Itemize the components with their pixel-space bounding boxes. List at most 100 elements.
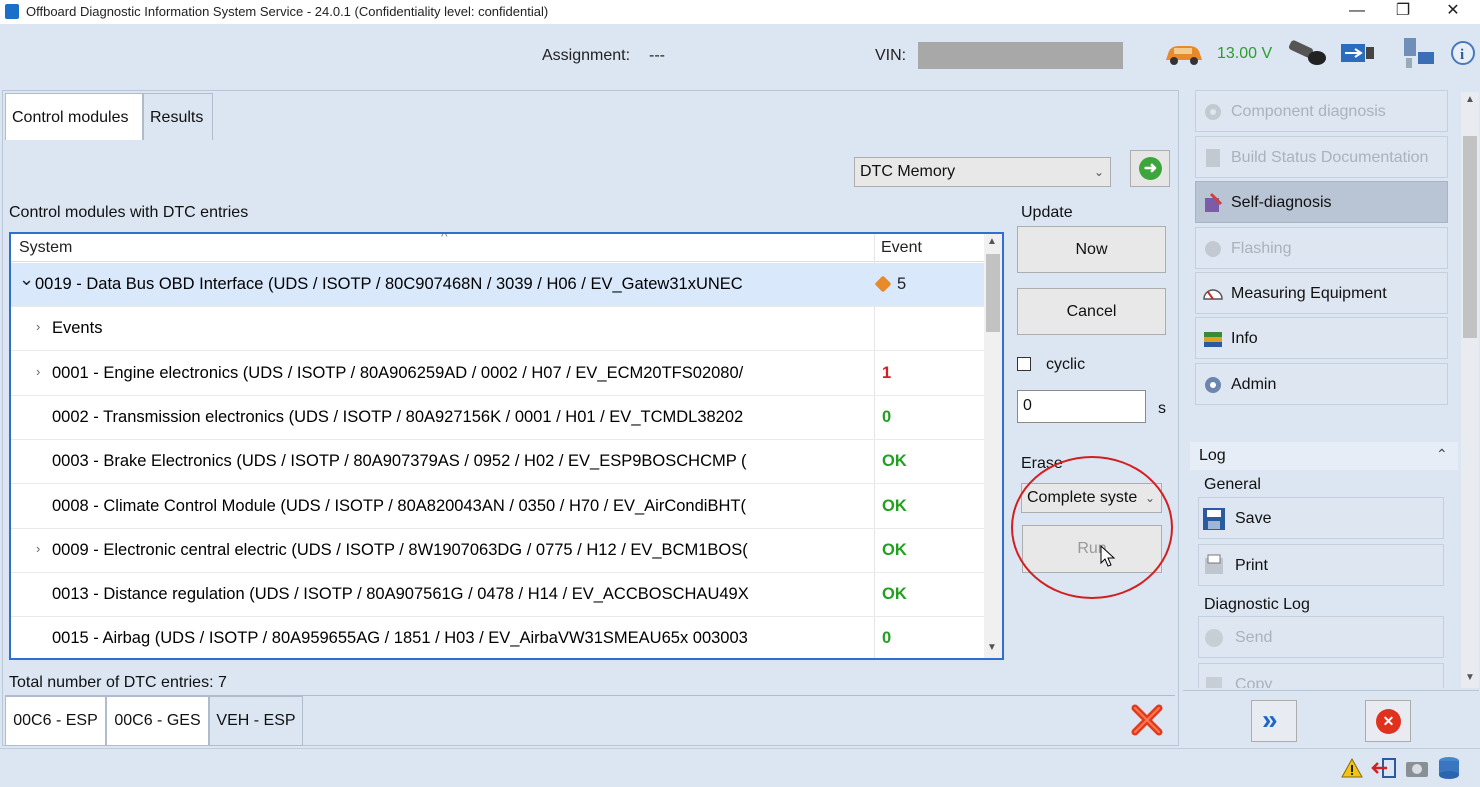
event-cell: 0 (882, 407, 892, 426)
next-button[interactable]: » (1251, 700, 1297, 742)
save-button[interactable]: Save (1198, 497, 1444, 539)
bottom-tab-veh-esp[interactable]: VEH - ESP (209, 696, 303, 746)
maximize-button[interactable]: ❐ (1380, 0, 1426, 24)
table-scrollbar[interactable]: ▲ ▼ (984, 234, 1002, 658)
action-bar: » ✕ (1183, 690, 1479, 746)
table-row[interactable]: › 0009 - Electronic central electric (UDS… (11, 529, 984, 573)
run-erase-button[interactable]: Run (1022, 525, 1162, 573)
cyclic-checkbox[interactable] (1017, 357, 1031, 371)
gear-icon (1205, 104, 1221, 120)
table-header: System ^ Event (11, 234, 984, 262)
close-window-button[interactable]: ✕ (1430, 0, 1476, 24)
arrow-right-icon: ➜ (1139, 157, 1162, 180)
exit-icon[interactable] (1371, 757, 1397, 779)
cyclic-label: cyclic (1046, 356, 1086, 373)
database-icon[interactable] (1436, 756, 1462, 780)
table-row[interactable]: 0015 - Airbag (UDS / ISOTP / 80A959655AG… (11, 617, 984, 658)
column-header-system[interactable]: System (19, 239, 72, 257)
vci-adapter-icon (1288, 40, 1326, 65)
scroll-down-icon[interactable]: ▼ (987, 642, 997, 653)
bottom-tab-00c6-ges[interactable]: 00C6 - GES (106, 696, 209, 746)
nav-build-status-documentation[interactable]: Build Status Documentation (1195, 136, 1448, 178)
table-row[interactable]: 0003 - Brake Electronics (UDS / ISOTP / … (11, 440, 984, 485)
bottom-tab-00c6-esp[interactable]: 00C6 - ESP (5, 696, 106, 746)
nav-admin[interactable]: Admin (1195, 363, 1448, 405)
expand-chevron-icon[interactable]: ⌄ (19, 269, 34, 290)
table-row[interactable]: › 0001 - Engine electronics (UDS / ISOTP … (11, 352, 984, 396)
window-title: Offboard Diagnostic Information System S… (26, 4, 549, 19)
assignment-value: --- (649, 47, 665, 64)
event-cell: OK (882, 496, 907, 515)
network-icon (1404, 38, 1434, 68)
scrollbar-thumb[interactable] (1463, 136, 1477, 338)
event-cell: 5 (897, 275, 907, 293)
nav-info[interactable]: Info (1195, 317, 1448, 359)
table-row[interactable]: 0002 - Transmission electronics (UDS / I… (11, 396, 984, 440)
chevron-down-icon: ⌄ (1093, 165, 1104, 179)
nav-label: Self-diagnosis (1231, 194, 1332, 211)
usb-connection-icon (1341, 44, 1374, 62)
warning-icon[interactable] (1341, 758, 1363, 778)
abort-button[interactable]: ✕ (1365, 700, 1411, 742)
minimize-button[interactable]: — (1334, 0, 1380, 24)
bottom-tabbar: 00C6 - ESP 00C6 - GES VEH - ESP (5, 695, 1175, 746)
collapse-icon[interactable]: ⌃ (1436, 446, 1448, 463)
nav-self-diagnosis[interactable]: Self-diagnosis (1195, 181, 1448, 223)
print-icon (1205, 554, 1223, 574)
table-row[interactable]: ⌄ 0019 - Data Bus OBD Interface (UDS / IS… (11, 263, 984, 307)
scroll-up-icon[interactable]: ▲ (1465, 94, 1475, 105)
tab-results[interactable]: Results (143, 93, 213, 140)
scroll-up-icon[interactable]: ▲ (987, 236, 997, 247)
battery-voltage: 13.00 V (1217, 45, 1273, 62)
car-icon (1166, 46, 1202, 65)
system-name-cell: 0003 - Brake Electronics (UDS / ISOTP / … (52, 452, 747, 471)
info-icon[interactable]: i (1450, 40, 1476, 66)
table-row[interactable]: 0013 - Distance regulation (UDS / ISOTP … (11, 573, 984, 618)
send-icon (1205, 629, 1223, 647)
go-button[interactable]: ➜ (1130, 150, 1170, 187)
system-name-cell: 0019 - Data Bus OBD Interface (UDS / ISO… (35, 275, 743, 293)
expand-chevron-icon[interactable]: › (36, 319, 40, 334)
save-disk-icon (1203, 508, 1225, 530)
side-scrollbar[interactable]: ▲ ▼ (1461, 92, 1479, 688)
nav-component-diagnosis[interactable]: Component diagnosis (1195, 90, 1448, 132)
interval-input[interactable]: 0 (1017, 390, 1146, 423)
nav-label: Measuring Equipment (1231, 285, 1387, 302)
send-label: Send (1235, 629, 1273, 646)
table-row[interactable]: 0008 - Climate Control Module (UDS / ISO… (11, 485, 984, 529)
tab-control-modules[interactable]: Control modules (5, 93, 143, 140)
nav-measuring-equipment[interactable]: Measuring Equipment (1195, 272, 1448, 314)
send-button[interactable]: Send (1198, 616, 1444, 658)
nav-label: Admin (1231, 376, 1277, 393)
copy-button[interactable]: Copy (1198, 663, 1444, 688)
scroll-down-icon[interactable]: ▼ (1465, 672, 1475, 683)
update-label: Update (1021, 204, 1073, 221)
nav-label: Build Status Documentation (1231, 149, 1429, 166)
column-header-event[interactable]: Event (881, 239, 922, 257)
expand-chevron-icon[interactable]: › (36, 541, 40, 556)
interval-unit-label: s (1158, 400, 1166, 417)
assignment-label: Assignment: (542, 47, 631, 64)
nav-flashing[interactable]: Flashing (1195, 227, 1448, 269)
table-row[interactable]: › Events (11, 307, 984, 352)
print-label: Print (1235, 557, 1268, 574)
print-button[interactable]: Print (1198, 544, 1444, 586)
total-dtc-count: Total number of DTC entries: 7 (9, 674, 227, 691)
save-label: Save (1235, 510, 1272, 527)
system-name-cell: 0008 - Climate Control Module (UDS / ISO… (52, 496, 746, 515)
chevron-down-icon: ⌄ (1144, 491, 1155, 505)
event-cell: 1 (882, 363, 892, 382)
log-header[interactable]: Log ⌃ (1190, 442, 1458, 470)
update-now-button[interactable]: Now (1017, 226, 1166, 273)
svg-text:i: i (1460, 47, 1464, 63)
cancel-button[interactable]: Cancel (1017, 288, 1166, 335)
expand-chevron-icon[interactable]: › (36, 364, 40, 379)
erase-scope-select[interactable]: Complete syste ⌄ (1021, 483, 1162, 513)
books-icon (1204, 332, 1222, 347)
app-icon (5, 4, 19, 19)
mode-select[interactable]: DTC Memory ⌄ (854, 157, 1111, 187)
log-title: Log (1199, 447, 1226, 464)
camera-icon[interactable] (1404, 757, 1430, 779)
scrollbar-thumb[interactable] (986, 254, 1000, 332)
close-red-x-icon[interactable] (1130, 703, 1164, 737)
